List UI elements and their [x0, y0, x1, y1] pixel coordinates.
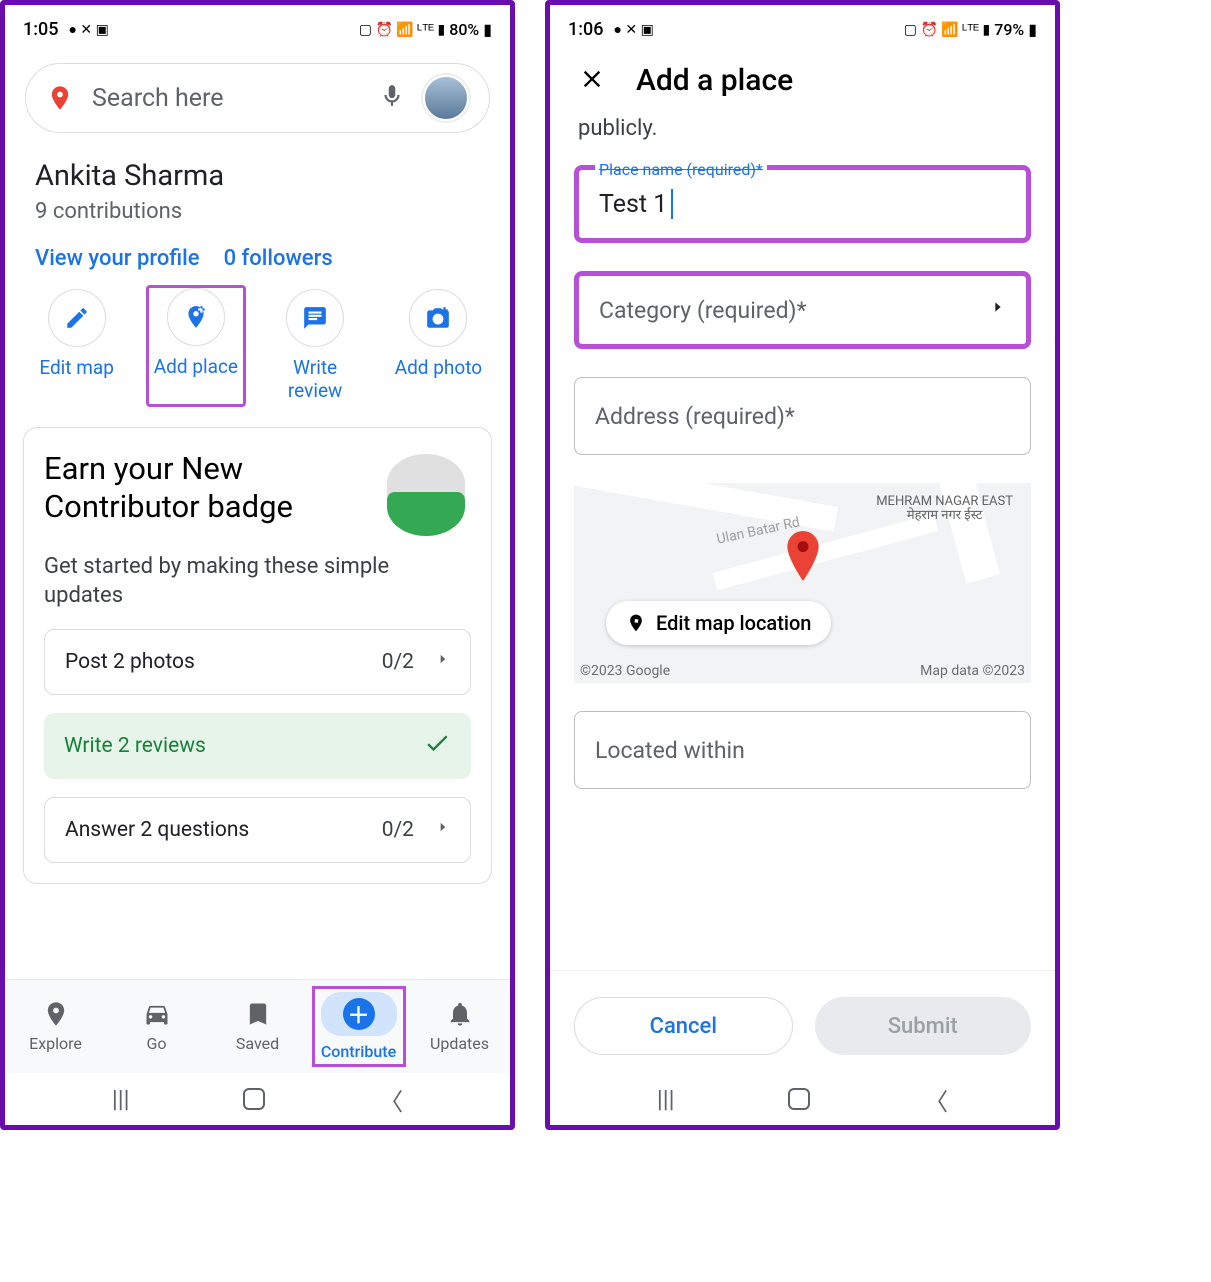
search-placeholder: Search here	[92, 84, 361, 113]
badge-title: Earn your New Contributor badge	[44, 450, 371, 528]
badge-subtitle: Get started by making these simple updat…	[44, 552, 471, 611]
cancel-button[interactable]: Cancel	[574, 997, 793, 1055]
chevron-right-icon	[436, 648, 450, 676]
chevron-right-icon	[436, 816, 450, 844]
task-write-reviews[interactable]: Write 2 reviews	[44, 713, 471, 779]
mic-icon[interactable]	[379, 83, 405, 113]
status-battery: 80%	[449, 20, 479, 39]
text-cursor	[671, 189, 673, 219]
review-icon	[286, 289, 344, 347]
avatar[interactable]	[423, 75, 469, 121]
map-pin-icon	[784, 531, 822, 585]
nav-updates[interactable]: Updates	[415, 1000, 505, 1053]
search-bar[interactable]: Search here	[25, 63, 490, 133]
badge-card: Earn your New Contributor badge Get star…	[23, 427, 492, 884]
back-icon[interactable]: 〈	[924, 1082, 948, 1117]
nav-saved[interactable]: Saved	[213, 1000, 303, 1053]
place-name-field[interactable]: Place name (required)* Test 1	[574, 165, 1031, 243]
check-icon	[423, 729, 451, 763]
status-time: 1:06	[568, 19, 603, 40]
bottom-nav: Explore Go Saved ＋ Contribute Updates	[5, 979, 510, 1073]
nav-go[interactable]: Go	[112, 1000, 202, 1053]
profile-contributions: 9 contributions	[35, 199, 480, 224]
add-place-button[interactable]: Add place	[146, 285, 246, 407]
write-review-button[interactable]: Write review	[265, 289, 365, 403]
statusbar: 1:05 ● ✕ ▣ ▢ ⏰ 📶 ᴸᵀᴱ ▮ 80% ▮	[5, 5, 510, 45]
chevron-right-icon	[990, 294, 1006, 326]
category-field[interactable]: Category (required)*	[574, 271, 1031, 349]
maps-logo-icon	[46, 84, 74, 112]
device-nav-bar: ||| 〈	[550, 1073, 1055, 1125]
back-icon[interactable]: 〈	[379, 1082, 403, 1117]
button-row: Cancel Submit	[550, 970, 1055, 1073]
view-profile-link[interactable]: View your profile	[35, 246, 200, 271]
place-name-value: Test 1	[599, 190, 667, 219]
plus-icon: ＋	[343, 998, 375, 1030]
place-name-label: Place name (required)*	[595, 160, 767, 179]
profile-name: Ankita Sharma	[35, 159, 480, 193]
pencil-icon	[48, 289, 106, 347]
close-icon[interactable]	[578, 65, 606, 97]
statusbar: 1:06 ● ✕ ▣ ▢ ⏰ 📶 ᴸᵀᴱ ▮ 79% ▮	[550, 5, 1055, 45]
edit-map-button[interactable]: Edit map	[27, 289, 127, 403]
status-battery: 79%	[994, 20, 1024, 39]
nav-contribute[interactable]: ＋ Contribute	[314, 988, 404, 1065]
nav-explore[interactable]: Explore	[11, 1000, 101, 1053]
located-within-field[interactable]: Located within	[574, 711, 1031, 789]
home-icon[interactable]	[788, 1088, 810, 1110]
device-nav-bar: ||| 〈	[5, 1073, 510, 1125]
home-icon[interactable]	[243, 1088, 265, 1110]
map-preview[interactable]: Ulan Batar Rd MEHRAM NAGAR EAST मेहराम न…	[574, 483, 1031, 683]
task-answer-questions[interactable]: Answer 2 questions 0/2	[44, 797, 471, 863]
submit-button[interactable]: Submit	[815, 997, 1032, 1055]
badge-icon	[381, 450, 471, 540]
address-field[interactable]: Address (required)*	[574, 377, 1031, 455]
status-time: 1:05	[23, 19, 58, 40]
camera-icon	[409, 289, 467, 347]
task-post-photos[interactable]: Post 2 photos 0/2	[44, 629, 471, 695]
header: Add a place	[550, 45, 1055, 116]
add-photo-button[interactable]: Add photo	[388, 289, 488, 403]
profile-block: Ankita Sharma 9 contributions View your …	[5, 133, 510, 271]
screen-add-place: 1:06 ● ✕ ▣ ▢ ⏰ 📶 ᴸᵀᴱ ▮ 79% ▮ Add a place…	[545, 0, 1060, 1130]
publicly-text: publicly.	[550, 116, 1055, 151]
recent-apps-icon[interactable]: |||	[657, 1085, 675, 1113]
page-title: Add a place	[636, 63, 793, 98]
followers-link[interactable]: 0 followers	[224, 246, 333, 271]
map-credit-left: ©2023 Google	[580, 663, 670, 679]
action-row: Edit map Add place Write review Add phot…	[5, 271, 510, 403]
map-credit-right: Map data ©2023	[920, 663, 1025, 679]
screen-contribute: 1:05 ● ✕ ▣ ▢ ⏰ 📶 ᴸᵀᴱ ▮ 80% ▮ Search here…	[0, 0, 515, 1130]
add-place-icon	[167, 288, 225, 346]
recent-apps-icon[interactable]: |||	[112, 1085, 130, 1113]
edit-map-location-button[interactable]: Edit map location	[606, 601, 831, 645]
